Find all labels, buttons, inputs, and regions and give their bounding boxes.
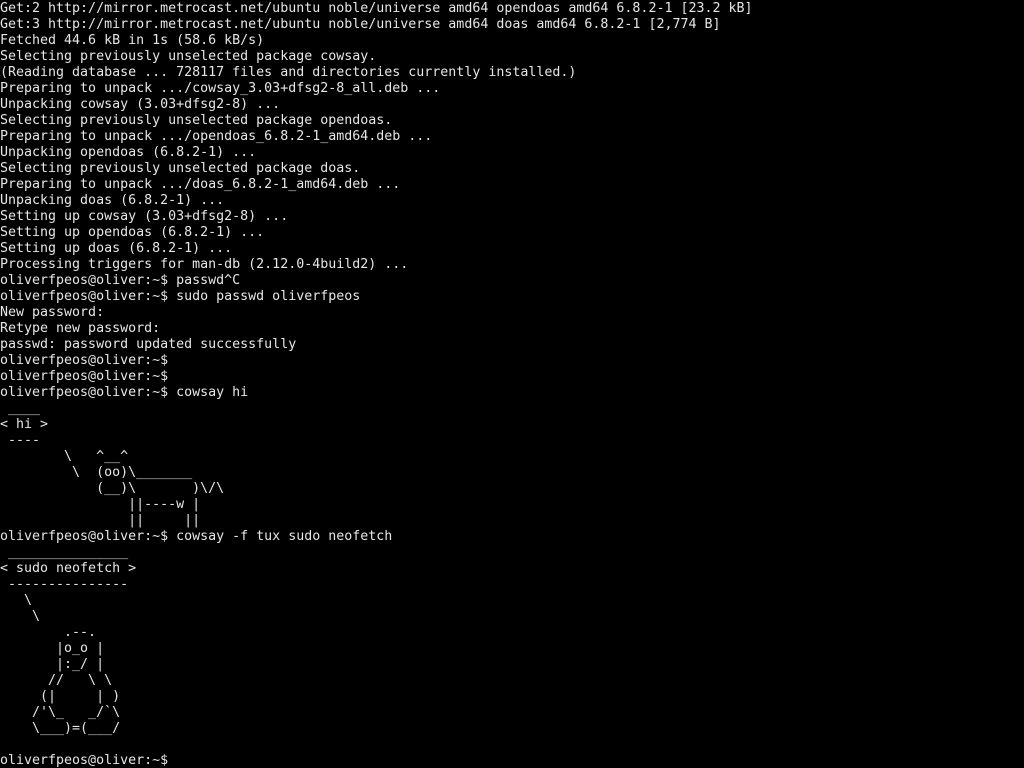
- terminal-line: Get:2 http://mirror.metrocast.net/ubuntu…: [0, 1, 753, 16]
- terminal-line: Unpacking opendoas (6.8.2-1) ...: [0, 145, 257, 160]
- terminal-line: .--.: [0, 625, 97, 640]
- terminal-line: (| | ): [0, 689, 121, 704]
- terminal-line: _______________: [0, 545, 129, 560]
- terminal-line: \ ^__^: [0, 449, 129, 464]
- terminal-window[interactable]: Get:2 http://mirror.metrocast.net/ubuntu…: [0, 0, 1024, 768]
- terminal-line: Unpacking cowsay (3.03+dfsg2-8) ...: [0, 97, 281, 112]
- terminal-line: ----: [0, 433, 41, 448]
- terminal-line: |o_o |: [0, 641, 105, 656]
- terminal-line: || ||: [0, 513, 201, 528]
- terminal-line: < hi >: [0, 417, 49, 432]
- terminal-line: Preparing to unpack .../doas_6.8.2-1_amd…: [0, 177, 401, 192]
- terminal-line: (__)\ )\/\: [0, 481, 225, 496]
- terminal-line: oliverfpeos@oliver:~$: [0, 369, 169, 384]
- terminal-line: passwd: password updated successfully: [0, 337, 297, 352]
- terminal-line: \: [0, 593, 33, 608]
- terminal-line: ---------------: [0, 577, 129, 592]
- terminal-line: Selecting previously unselected package …: [0, 49, 377, 64]
- terminal-line: oliverfpeos@oliver:~$: [0, 353, 169, 368]
- terminal-line: |:_/ |: [0, 657, 105, 672]
- terminal-line: Setting up cowsay (3.03+dfsg2-8) ...: [0, 209, 289, 224]
- terminal-line: /'\_ _/`\: [0, 705, 121, 720]
- terminal-line: oliverfpeos@oliver:~$ cowsay -f tux sudo…: [0, 529, 393, 544]
- terminal-line: (Reading database ... 728117 files and d…: [0, 65, 577, 80]
- terminal-line: ||----w |: [0, 497, 201, 512]
- terminal-line: Fetched 44.6 kB in 1s (58.6 kB/s): [0, 33, 265, 48]
- terminal-line: Unpacking doas (6.8.2-1) ...: [0, 193, 225, 208]
- terminal-line: Setting up opendoas (6.8.2-1) ...: [0, 225, 265, 240]
- terminal-line: Retype new password:: [0, 321, 161, 336]
- terminal-line: Preparing to unpack .../opendoas_6.8.2-1…: [0, 129, 433, 144]
- terminal-line: Get:3 http://mirror.metrocast.net/ubuntu…: [0, 17, 721, 32]
- terminal-line: Selecting previously unselected package …: [0, 161, 361, 176]
- terminal-line: \___)=(___/: [0, 721, 121, 736]
- terminal-line: Preparing to unpack .../cowsay_3.03+dfsg…: [0, 81, 441, 96]
- terminal-line: Selecting previously unselected package …: [0, 113, 393, 128]
- terminal-line: < sudo neofetch >: [0, 561, 137, 576]
- terminal-line: \ (oo)\_______: [0, 465, 193, 480]
- terminal-line: oliverfpeos@oliver:~$ sudo passwd oliver…: [0, 289, 361, 304]
- terminal-line: oliverfpeos@oliver:~$ passwd^C: [0, 273, 241, 288]
- terminal-line: ____: [0, 401, 41, 416]
- terminal-line: Processing triggers for man-db (2.12.0-4…: [0, 257, 409, 272]
- terminal-line: \: [0, 609, 41, 624]
- terminal-line: oliverfpeos@oliver:~$ cowsay hi: [0, 385, 249, 400]
- terminal-line: New password:: [0, 305, 105, 320]
- terminal-prompt-line[interactable]: oliverfpeos@oliver:~$: [0, 753, 168, 768]
- terminal-line: // \ \: [0, 673, 113, 688]
- terminal-line: Setting up doas (6.8.2-1) ...: [0, 241, 233, 256]
